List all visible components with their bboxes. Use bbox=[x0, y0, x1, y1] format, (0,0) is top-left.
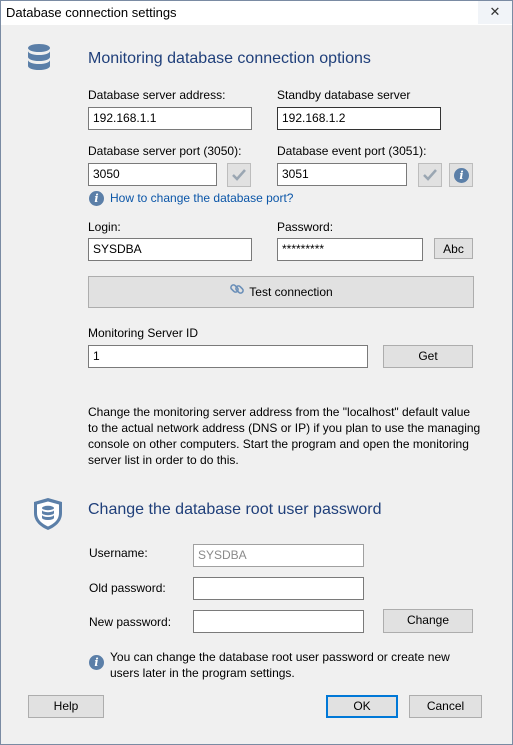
ok-button[interactable]: OK bbox=[326, 695, 398, 718]
login-input[interactable]: SYSDBA bbox=[88, 238, 252, 261]
root-password-heading: Change the database root user password bbox=[88, 501, 382, 518]
dialog-content: Monitoring database connection options D… bbox=[1, 25, 512, 744]
database-icon bbox=[27, 43, 51, 77]
standby-server-input[interactable]: 192.168.1.2 bbox=[277, 107, 441, 130]
username-label: Username: bbox=[89, 546, 148, 560]
server-address-input[interactable]: 192.168.1.1 bbox=[88, 107, 252, 130]
event-port-label: Database event port (3051): bbox=[277, 144, 427, 158]
help-button[interactable]: Help bbox=[28, 695, 104, 718]
login-label: Login: bbox=[88, 220, 121, 234]
old-password-input[interactable] bbox=[193, 577, 364, 600]
test-connection-label: Test connection bbox=[249, 285, 333, 299]
test-connection-button[interactable]: Test connection bbox=[88, 276, 474, 308]
server-port-input[interactable]: 3050 bbox=[88, 163, 217, 186]
dialog-window: Database connection settings ✕ Monitorin… bbox=[0, 0, 513, 745]
old-password-label: Old password: bbox=[89, 581, 166, 595]
info-icon: i bbox=[89, 655, 104, 670]
title-bar: Database connection settings ✕ bbox=[1, 1, 512, 25]
link-icon bbox=[229, 278, 245, 308]
server-port-label: Database server port (3050): bbox=[88, 144, 242, 158]
standby-server-label: Standby database server bbox=[277, 88, 411, 102]
show-password-button[interactable]: Abc bbox=[434, 238, 473, 259]
apply-server-port-button[interactable] bbox=[227, 163, 251, 187]
server-id-label: Monitoring Server ID bbox=[88, 326, 199, 340]
shield-database-icon bbox=[32, 497, 64, 531]
address-note: Change the monitoring server address fro… bbox=[88, 405, 481, 467]
server-id-input[interactable]: 1 bbox=[88, 345, 368, 368]
username-input: SYSDBA bbox=[193, 544, 364, 567]
password-label: Password: bbox=[277, 220, 334, 234]
info-icon: i bbox=[89, 191, 104, 206]
event-port-input[interactable]: 3051 bbox=[277, 163, 407, 186]
close-button[interactable]: ✕ bbox=[478, 1, 512, 24]
new-password-input[interactable] bbox=[193, 610, 364, 633]
cancel-button[interactable]: Cancel bbox=[409, 695, 482, 718]
check-icon bbox=[232, 169, 246, 181]
get-server-id-button[interactable]: Get bbox=[383, 345, 473, 368]
root-password-info: You can change the database root user pa… bbox=[110, 650, 450, 680]
check-icon bbox=[423, 169, 437, 181]
port-info-button[interactable]: i bbox=[449, 163, 473, 187]
window-title: Database connection settings bbox=[6, 5, 177, 20]
monitoring-heading: Monitoring database connection options bbox=[88, 50, 371, 67]
info-icon: i bbox=[454, 168, 469, 183]
change-password-button[interactable]: Change bbox=[383, 609, 473, 633]
server-address-label: Database server address: bbox=[88, 88, 226, 102]
port-help-link[interactable]: How to change the database port? bbox=[110, 191, 293, 205]
password-input[interactable]: ********* bbox=[277, 238, 423, 261]
apply-event-port-button[interactable] bbox=[418, 163, 442, 187]
close-icon[interactable]: ✕ bbox=[490, 4, 501, 19]
new-password-label: New password: bbox=[89, 615, 172, 629]
